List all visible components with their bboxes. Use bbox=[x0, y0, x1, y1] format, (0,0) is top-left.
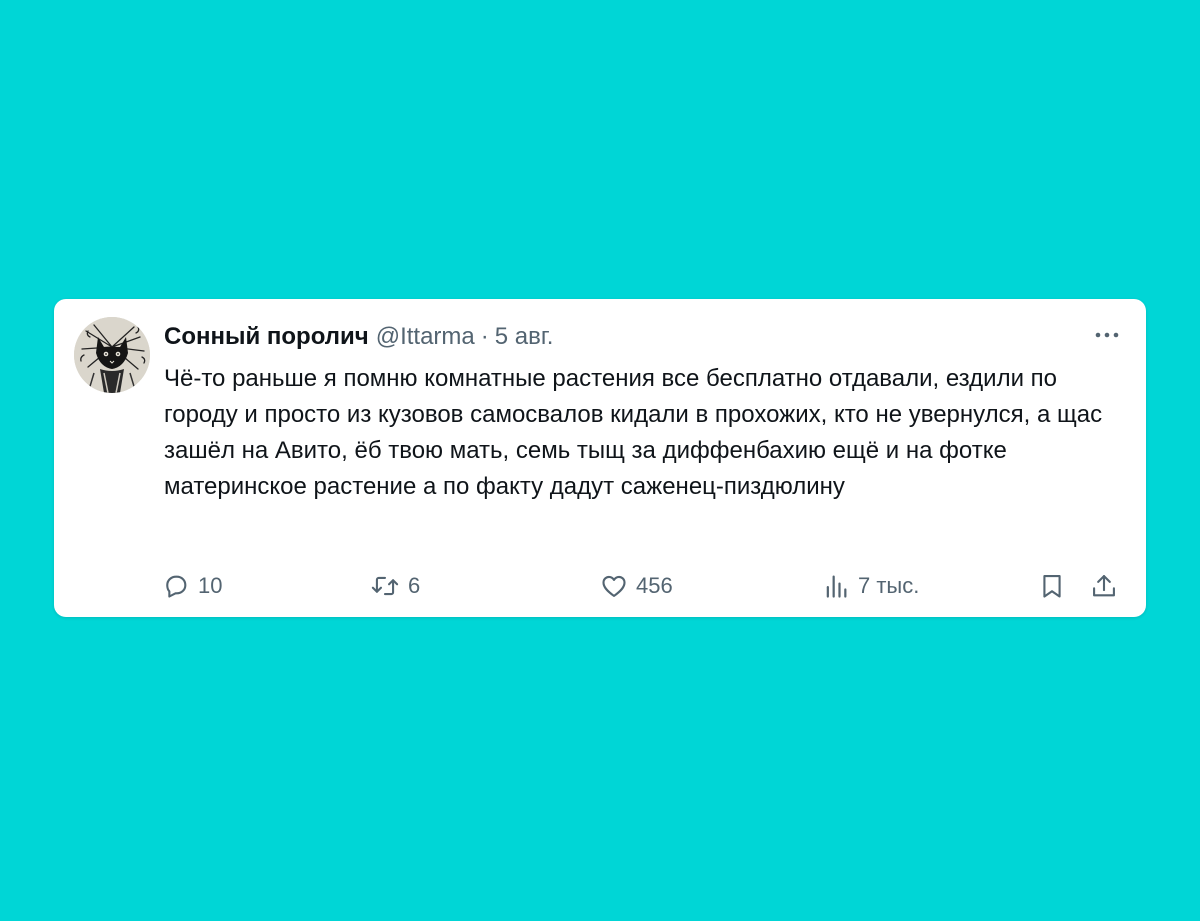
reply-bubble-icon bbox=[166, 575, 187, 598]
tweet-card[interactable]: Сонный поролич @Ittarma · 5 авг. Чё-то р… bbox=[54, 299, 1146, 617]
like-count: 456 bbox=[636, 573, 673, 598]
tweet-header: Сонный поролич @Ittarma · 5 авг. bbox=[164, 321, 553, 353]
retweet-count: 6 bbox=[408, 573, 421, 598]
bookmark-button[interactable] bbox=[1038, 569, 1066, 603]
reply-count: 10 bbox=[198, 573, 223, 598]
tweet-date[interactable]: 5 авг. bbox=[495, 321, 554, 353]
bookmark-icon bbox=[1043, 575, 1061, 598]
more-horizontal-icon bbox=[1095, 332, 1119, 338]
retweet-button[interactable]: 6 bbox=[370, 569, 420, 603]
heart-icon bbox=[602, 575, 626, 597]
views-bar-chart-icon bbox=[826, 575, 847, 598]
share-button[interactable] bbox=[1090, 569, 1118, 603]
reply-button[interactable]: 10 bbox=[162, 569, 222, 603]
share-upload-icon bbox=[1093, 575, 1115, 597]
views-button[interactable]: 7 тыс. bbox=[822, 569, 919, 603]
avatar-cat-image bbox=[74, 317, 150, 393]
author-handle[interactable]: @Ittarma bbox=[376, 321, 475, 353]
avatar[interactable] bbox=[74, 317, 150, 393]
retweet-icon bbox=[371, 576, 399, 596]
tweet-text: Чё-то раньше я помню комнатные растения … bbox=[164, 365, 1103, 500]
like-button[interactable]: 456 bbox=[600, 569, 673, 603]
tweet-actions: 10 6 456 7 тыс. bbox=[162, 569, 1124, 603]
author-display-name[interactable]: Сонный поролич bbox=[164, 321, 369, 353]
views-count: 7 тыс. bbox=[858, 573, 920, 598]
more-options-button[interactable] bbox=[1092, 325, 1122, 345]
header-separator: · bbox=[480, 323, 489, 350]
